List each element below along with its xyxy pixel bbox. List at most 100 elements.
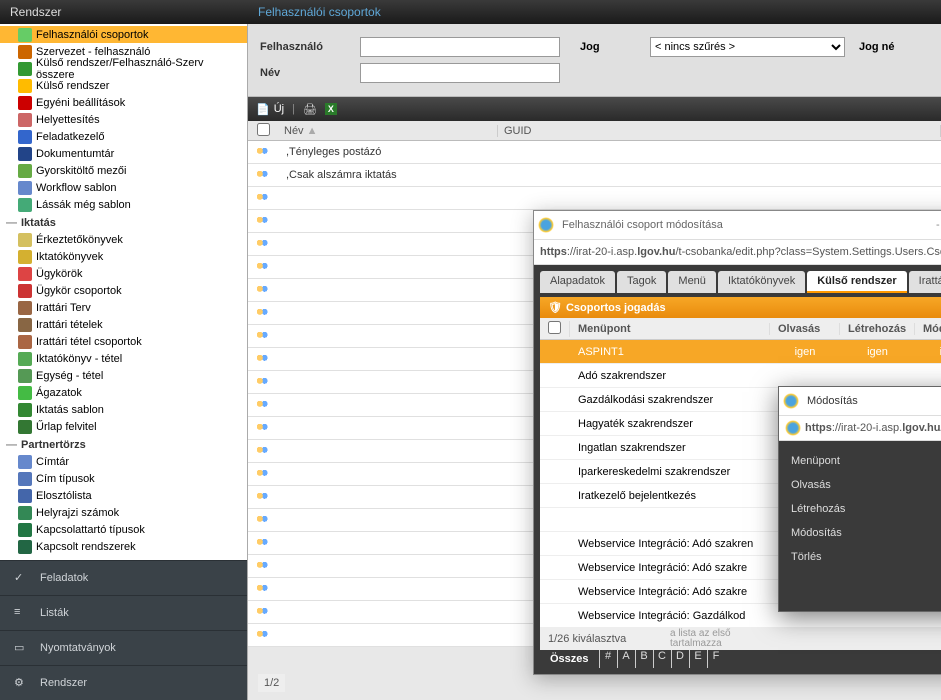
nav-item[interactable]: Érkeztetőkönyvek <box>0 231 247 248</box>
nav-label: Helyettesítés <box>36 114 100 126</box>
filter-user-label: Felhasználó <box>260 41 360 53</box>
bottom-nav-item[interactable]: ▭Nyomtatványok <box>0 630 247 665</box>
col-nev[interactable]: Név ▲ <box>278 125 498 137</box>
nav-icon <box>18 164 32 178</box>
perm-row[interactable]: Adó szakrendszer <box>540 364 941 388</box>
tab-alapadatok[interactable]: Alapadatok <box>540 271 615 293</box>
nav-item[interactable]: Feladatkezelő <box>0 128 247 145</box>
nav-item[interactable]: Workflow sablon <box>0 179 247 196</box>
letter-filter[interactable]: A <box>617 650 635 668</box>
tab-irattárak[interactable]: Irattárak <box>909 271 941 293</box>
fld-modositas: Módosítás <box>791 527 941 539</box>
section-partner[interactable]: Partnertörzs <box>0 435 247 453</box>
nav-item[interactable]: Irattári Terv <box>0 299 247 316</box>
letter-filter[interactable]: C <box>653 650 671 668</box>
nav-icon <box>18 455 32 469</box>
nav-item[interactable]: Dokumentumtár <box>0 145 247 162</box>
nav-item[interactable]: Iktatókönyvek <box>0 248 247 265</box>
table-row[interactable] <box>248 187 941 210</box>
filter-jog-select[interactable]: < nincs szűrés > <box>650 37 845 57</box>
letter-filter[interactable]: # <box>599 650 617 668</box>
group-icon <box>255 468 271 480</box>
nav-item[interactable]: Felhasználói csoportok <box>0 26 247 43</box>
nav-item[interactable]: Űrlap felvitel <box>0 418 247 435</box>
nav-item[interactable]: Ügykörök <box>0 265 247 282</box>
nav-icon <box>18 79 32 93</box>
letter-filter[interactable]: B <box>635 650 653 668</box>
table-row[interactable]: ,Tényleges postázó <box>248 141 941 164</box>
shield-icon: 🛡 <box>548 301 562 314</box>
nav-label: Irattári Terv <box>36 302 91 314</box>
nav-item[interactable]: Ágazatok <box>0 384 247 401</box>
filter-user-input[interactable] <box>360 37 560 57</box>
bottom-nav-item[interactable]: ≡Listák <box>0 595 247 630</box>
address-bar[interactable]: https://irat-20-i.asp.lgov.hu/t-csobanka… <box>534 239 941 265</box>
nav-item[interactable]: Iktatókönyv - tétel <box>0 350 247 367</box>
nav-item[interactable]: Irattári tétel csoportok <box>0 333 247 350</box>
nav-item[interactable]: Ügykör csoportok <box>0 282 247 299</box>
nav-item[interactable]: Elosztólista <box>0 487 247 504</box>
table-row[interactable]: ,Csak alszámra iktatás <box>248 164 941 187</box>
tab-tagok[interactable]: Tagok <box>617 271 666 293</box>
nav-label: Kapcsolattartó típusok <box>36 524 145 536</box>
col-guid[interactable]: GUID <box>498 125 941 137</box>
bg-status: 1/2 <box>258 674 285 692</box>
col-modositas[interactable]: Módosítás <box>915 323 941 335</box>
nav-label: Workflow sablon <box>36 182 117 194</box>
nav-icon <box>18 62 32 76</box>
nav-icon <box>18 250 32 264</box>
tab-külső-rendszer[interactable]: Külső rendszer <box>807 271 906 293</box>
group-icon <box>255 422 271 434</box>
filter-jog-label: Jog <box>580 41 630 53</box>
tab-menü[interactable]: Menü <box>668 271 716 293</box>
nav-item[interactable]: Gyorskitöltő mezői <box>0 162 247 179</box>
toolbar: 📄 Új | 🖨 X <box>248 97 941 121</box>
nav-item[interactable]: Egység - tétel <box>0 367 247 384</box>
nav-label: Külső rendszer/Felhasználó-Szerv összere <box>36 57 243 81</box>
nav-label: Lássák még sablon <box>36 199 131 211</box>
fld-menupont: Menüpont <box>791 455 941 467</box>
grid-checkall[interactable] <box>257 123 270 136</box>
bottom-nav-item[interactable]: ✓Feladatok <box>0 560 247 595</box>
nav-icon <box>18 284 32 298</box>
letter-filter[interactable]: F <box>707 650 725 668</box>
nav-item[interactable]: Egyéni beállítások <box>0 94 247 111</box>
filter-nev-input[interactable] <box>360 63 560 83</box>
letter-filter[interactable]: E <box>689 650 707 668</box>
nav-item[interactable]: Külső rendszer/Felhasználó-Szerv összere <box>0 60 247 77</box>
nav-item[interactable]: Kapcsolt rendszerek <box>0 538 247 555</box>
nav-icon <box>18 506 32 520</box>
nav-label: Külső rendszer <box>36 80 109 92</box>
print-icon[interactable]: 🖨 <box>303 103 317 116</box>
nav-label: Iktatókönyvek <box>36 251 103 263</box>
nav-item[interactable]: Helyettesítés <box>0 111 247 128</box>
section-iktatas[interactable]: Iktatás <box>0 213 247 231</box>
nav-label: Ágazatok <box>36 387 82 399</box>
nav-label: Érkeztetőkönyvek <box>36 234 123 246</box>
grp-checkall[interactable] <box>548 321 561 334</box>
nav-item[interactable]: Címtár <box>0 453 247 470</box>
group-icon <box>255 399 271 411</box>
nav-label: Cím típusok <box>36 473 95 485</box>
nav-item[interactable]: Irattári tételek <box>0 316 247 333</box>
nav-item[interactable]: Iktatás sablon <box>0 401 247 418</box>
tab-iktatókönyvek[interactable]: Iktatókönyvek <box>718 271 805 293</box>
col-olvasas[interactable]: Olvasás <box>770 323 840 335</box>
dlg-address-bar[interactable]: https://irat-20-i.asp.lgov.hu/t-csobanka… <box>779 415 941 441</box>
footer-all[interactable]: Összes <box>540 650 599 668</box>
nav-item[interactable]: Lássák még sablon <box>0 196 247 213</box>
nav-icon <box>18 523 32 537</box>
group-icon <box>255 307 271 319</box>
perm-row[interactable]: ASPINT1igenigenigennem <box>540 340 941 364</box>
col-menupont[interactable]: Menüpont <box>570 323 770 335</box>
panel-title: 🛡 Csoportos jogadás <box>540 297 941 318</box>
nav-item[interactable]: Helyrajzi számok <box>0 504 247 521</box>
nav-item[interactable]: Cím típusok <box>0 470 247 487</box>
letter-filter[interactable]: D <box>671 650 689 668</box>
modify-dialog: Módosítás ⋯ — ☐ ✕ https://irat-20-i.asp.… <box>778 386 941 612</box>
nav-item[interactable]: Kapcsolattartó típusok <box>0 521 247 538</box>
bottom-nav-item[interactable]: ⚙Rendszer <box>0 665 247 700</box>
excel-icon[interactable]: X <box>325 103 337 115</box>
col-letrehozas[interactable]: Létrehozás <box>840 323 915 335</box>
new-button[interactable]: 📄 Új <box>256 103 284 116</box>
